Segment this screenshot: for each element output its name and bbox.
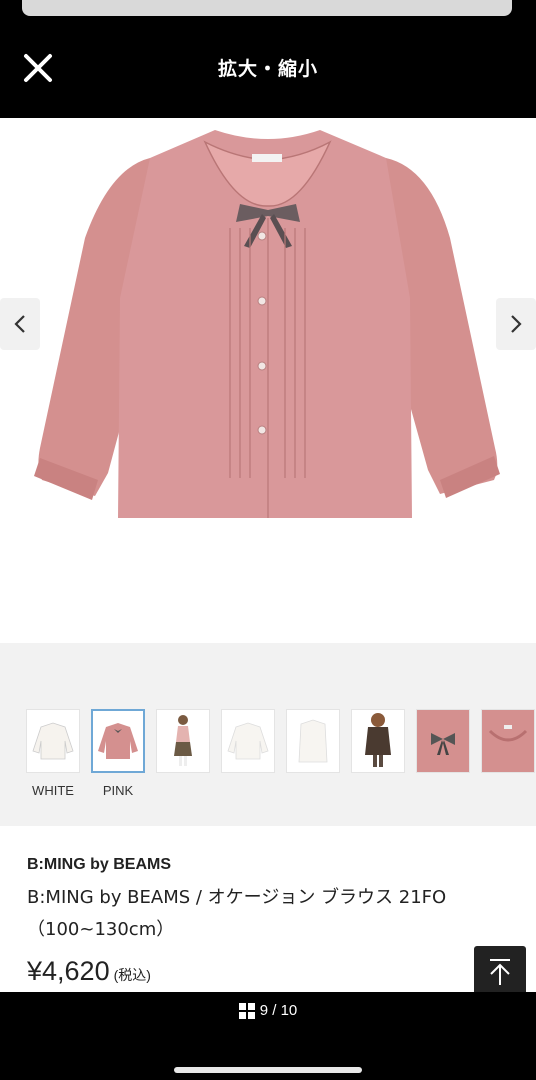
thumbnail-label: WHITE — [32, 783, 74, 798]
white-blouse-thumb — [32, 722, 74, 760]
product-image — [34, 130, 500, 518]
thumbnail-detail-collar[interactable] — [481, 709, 535, 773]
product-price: ¥4,620 (税込) — [27, 956, 151, 987]
thumbnail-white-flat[interactable] — [221, 709, 275, 773]
child-model-thumb — [174, 715, 192, 766]
thumbnail-detail-bow[interactable] — [416, 709, 470, 773]
thumbnail-white[interactable] — [26, 709, 80, 773]
next-image-button[interactable] — [496, 298, 536, 350]
thumbnail-model-dark[interactable] — [351, 709, 405, 773]
collar-detail-thumb — [488, 725, 528, 742]
pink-blouse-thumb — [98, 723, 138, 759]
grid-icon — [238, 1002, 255, 1019]
prev-image-button[interactable] — [0, 298, 40, 350]
product-info: B:MING by BEAMS B:MING by BEAMS / オケージョン… — [0, 826, 536, 998]
chevron-right-icon — [511, 315, 522, 333]
image-viewer[interactable] — [0, 118, 536, 643]
brand-name[interactable]: B:MING by BEAMS — [27, 856, 171, 874]
page-title: 拡大・縮小 — [217, 58, 318, 80]
white-blouse-thumb — [298, 719, 328, 763]
arrow-up-icon — [490, 959, 510, 985]
chevron-left-icon — [14, 315, 25, 333]
bow-detail-thumb — [431, 733, 455, 755]
status-bar-pill — [22, 0, 512, 16]
viewer-header: 拡大・縮小 — [0, 16, 536, 118]
thumbnail-white-flat-2[interactable] — [286, 709, 340, 773]
bottom-bar: 9 / 10 — [0, 992, 536, 1080]
thumbnail-model[interactable] — [156, 709, 210, 773]
thumbnail-pink[interactable] — [91, 709, 145, 773]
thumbnail-gallery: WHITE PINK — [0, 643, 536, 826]
pager[interactable]: 9 / 10 — [0, 1002, 536, 1019]
pager-text: 9 / 10 — [259, 1002, 298, 1019]
product-title: B:MING by BEAMS / オケージョン ブラウス 21FO（100~1… — [27, 887, 447, 940]
child-model-thumb — [365, 713, 391, 767]
white-blouse-thumb — [227, 722, 269, 760]
price-value: ¥4,620 — [27, 956, 110, 986]
tax-label: (税込) — [113, 967, 151, 983]
scroll-to-top-button[interactable] — [474, 946, 526, 998]
thumbnail-label: PINK — [102, 783, 134, 798]
home-indicator — [174, 1067, 362, 1073]
